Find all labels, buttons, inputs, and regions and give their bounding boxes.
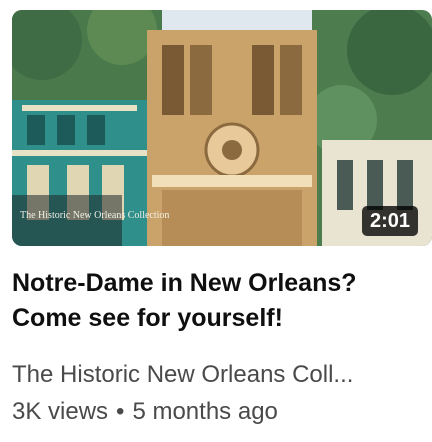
channel-name[interactable]: The Historic New Orleans Coll... (12, 360, 422, 390)
video-card[interactable]: The Historic New Orleans Collection 2:01… (0, 0, 432, 442)
video-title[interactable]: Notre-Dame in New Orleans? Come see for … (12, 266, 422, 336)
video-thumbnail[interactable]: The Historic New Orleans Collection 2:01 (12, 10, 432, 246)
channel-logo-text: The Historic New Orleans Collection (20, 210, 169, 221)
video-title-line2: Come see for yourself! (12, 304, 283, 332)
meta-separator: • (116, 398, 125, 425)
video-metadata: 3K views • 5 months ago (12, 397, 422, 427)
view-count: 3K views (12, 398, 109, 425)
duration-badge: 2:01 (361, 206, 418, 236)
upload-age: 5 months ago (132, 398, 278, 425)
video-title-line1: Notre-Dame in New Orleans? (12, 269, 357, 297)
